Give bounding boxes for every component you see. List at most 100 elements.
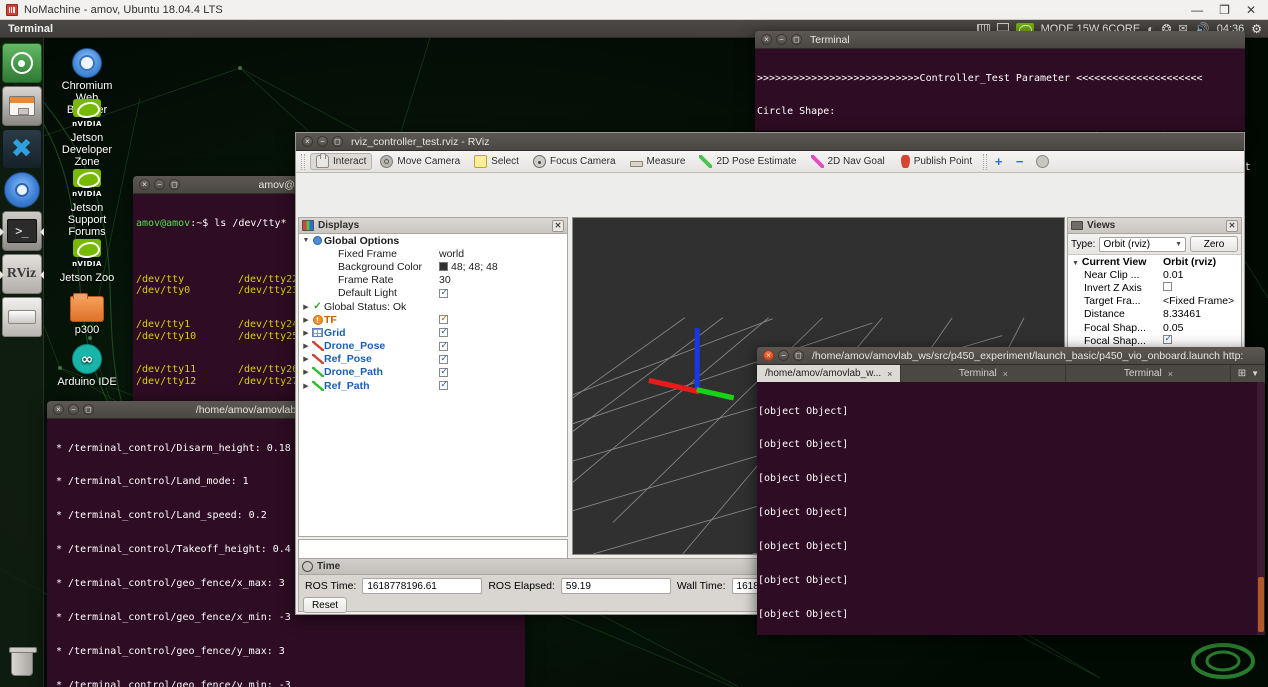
- terminal-window-controller-test[interactable]: × − ◻ Terminal >>>>>>>>>>>>>>>>>>>>>>>>>…: [755, 31, 1245, 131]
- tool-interact[interactable]: Interact: [310, 153, 373, 170]
- ros-elapsed-input[interactable]: 59.19: [560, 578, 671, 594]
- expander-icon[interactable]: ▶: [301, 355, 311, 363]
- display-row-fixed-frame[interactable]: Fixed Frame world: [299, 247, 567, 260]
- launcher-item-files[interactable]: [1, 86, 42, 126]
- launcher-item-ubuntu-dash[interactable]: [1, 43, 42, 83]
- expander-icon[interactable]: ▶: [301, 382, 311, 390]
- view-row-focal-shape-size[interactable]: Focal Shap... 0.05: [1068, 321, 1241, 334]
- reset-button[interactable]: Reset: [303, 597, 347, 613]
- maximize-icon[interactable]: ◻: [83, 404, 94, 415]
- tool-properties-icon[interactable]: [1036, 155, 1050, 168]
- titlebar[interactable]: × − ◻ /home/amov/amovlab_ws/src/p450_exp…: [757, 347, 1265, 365]
- minimize-icon[interactable]: −: [154, 179, 165, 190]
- close-icon[interactable]: ×: [302, 136, 313, 147]
- desktop-icon-jetson-support-forums[interactable]: nVIDIA Jetson Support Forums: [39, 166, 135, 238]
- remove-tool-icon[interactable]: −: [1013, 155, 1026, 168]
- display-row-grid[interactable]: ▶ Grid: [299, 326, 567, 339]
- launcher-item-terminal[interactable]: >_: [0, 211, 44, 251]
- minimize-icon[interactable]: −: [778, 350, 789, 361]
- minimize-icon[interactable]: −: [317, 136, 328, 147]
- expander-icon[interactable]: ▶: [301, 303, 311, 311]
- row-value[interactable]: world: [439, 248, 567, 260]
- terminal-scrollbar[interactable]: [1257, 382, 1265, 635]
- desktop-icon-p300-folder[interactable]: p300: [39, 288, 135, 336]
- expander-icon[interactable]: ▼: [1072, 260, 1079, 267]
- view-row-target-frame[interactable]: Target Fra... <Fixed Frame>: [1068, 295, 1241, 308]
- maximize-button[interactable]: ❐: [1219, 4, 1230, 16]
- view-type-select[interactable]: Orbit (rviz) ▼: [1099, 236, 1186, 252]
- checkbox[interactable]: [439, 354, 448, 364]
- row-value[interactable]: <Fixed Frame>: [1163, 295, 1241, 307]
- display-row-ref-path[interactable]: ▶ Ref_Path: [299, 379, 567, 392]
- power-icon[interactable]: ⚙: [1251, 22, 1262, 36]
- expander-icon[interactable]: ▶: [301, 342, 311, 350]
- expander-icon[interactable]: ▶: [301, 368, 311, 376]
- close-icon[interactable]: ×: [139, 179, 150, 190]
- expander-icon[interactable]: ▼: [301, 237, 311, 244]
- checkbox[interactable]: [439, 288, 448, 298]
- view-row-current-view[interactable]: ▼ Current View Orbit (rviz): [1068, 255, 1241, 268]
- desktop-icon-jetson-developer-zone[interactable]: nVIDIA Jetson Developer Zone: [39, 96, 135, 168]
- close-icon[interactable]: ×: [53, 404, 64, 415]
- checkbox[interactable]: [439, 328, 448, 338]
- terminal-window-vio-launch[interactable]: × − ◻ /home/amov/amovlab_ws/src/p450_exp…: [757, 347, 1265, 635]
- view-row-invert-z-axis[interactable]: Invert Z Axis: [1068, 281, 1241, 294]
- desktop-icon-arduino-ide[interactable]: ∞ Arduino IDE: [39, 340, 135, 388]
- launcher-item-disk[interactable]: [1, 297, 42, 337]
- close-icon[interactable]: ×: [887, 369, 892, 379]
- color-swatch[interactable]: [439, 262, 448, 272]
- checkbox[interactable]: [439, 341, 448, 351]
- tool-2d-nav-goal[interactable]: 2D Nav Goal: [805, 153, 891, 170]
- tab-terminal-1[interactable]: Terminal ×: [901, 365, 1067, 382]
- close-button[interactable]: ✕: [1246, 4, 1256, 16]
- minimize-button[interactable]: —: [1191, 4, 1203, 16]
- close-icon[interactable]: ×: [761, 34, 772, 45]
- tool-publish-point[interactable]: Publish Point: [893, 153, 978, 170]
- close-icon[interactable]: ✕: [552, 219, 564, 232]
- display-row-drone-pose[interactable]: ▶ Drone_Pose: [299, 340, 567, 353]
- row-value[interactable]: 0.01: [1163, 269, 1241, 281]
- expander-icon[interactable]: ▶: [301, 316, 311, 324]
- app-menu-title[interactable]: Terminal: [0, 23, 53, 35]
- ros-time-input[interactable]: 1618778196.61: [362, 578, 483, 594]
- display-row-drone-path[interactable]: ▶ Drone_Path: [299, 366, 567, 379]
- tool-move-camera[interactable]: Move Camera: [374, 153, 466, 170]
- checkbox[interactable]: [1163, 334, 1172, 344]
- expander-icon[interactable]: ▶: [301, 329, 311, 337]
- minimize-icon[interactable]: −: [776, 34, 787, 45]
- view-row-distance[interactable]: Distance 8.33461: [1068, 308, 1241, 321]
- add-tool-icon[interactable]: +: [992, 155, 1005, 168]
- row-value[interactable]: 0.05: [1163, 322, 1241, 334]
- tool-select[interactable]: Select: [468, 153, 525, 170]
- maximize-icon[interactable]: ◻: [793, 350, 804, 361]
- row-value[interactable]: 8.33461: [1163, 308, 1241, 320]
- launcher-item-rviz[interactable]: RViz: [0, 254, 44, 294]
- tab-launch[interactable]: /home/amov/amovlab_w... ×: [757, 365, 902, 382]
- titlebar[interactable]: × − ◻ rviz_controller_test.rviz - RViz: [296, 133, 1244, 151]
- display-row-frame-rate[interactable]: Frame Rate 30: [299, 274, 567, 287]
- launcher-item-vscode[interactable]: ✖: [1, 129, 42, 169]
- tool-focus-camera[interactable]: Focus Camera: [527, 153, 622, 170]
- titlebar[interactable]: × − ◻ Terminal: [755, 31, 1245, 49]
- view-row-near-clip[interactable]: Near Clip ... 0.01: [1068, 268, 1241, 281]
- close-icon[interactable]: ×: [763, 350, 774, 361]
- terminal-output[interactable]: [object Object] [object Object] [object …: [757, 382, 1265, 635]
- view-row-focal-shape-fixed[interactable]: Focal Shap...: [1068, 334, 1241, 347]
- row-value[interactable]: 30: [439, 274, 567, 286]
- displays-tree[interactable]: ▼ Global Options Fixed Frame world Backg…: [299, 234, 567, 392]
- display-row-tf[interactable]: ▶ ! TF: [299, 313, 567, 326]
- tool-measure[interactable]: Measure: [624, 154, 692, 169]
- displays-panel[interactable]: Displays ✕ ▼ Global Options Fixed Frame …: [298, 217, 568, 537]
- row-value[interactable]: 48; 48; 48: [451, 261, 498, 273]
- minimize-icon[interactable]: −: [68, 404, 79, 415]
- display-row-global-options[interactable]: ▼ Global Options: [299, 234, 567, 247]
- zero-button[interactable]: Zero: [1190, 236, 1238, 252]
- close-icon[interactable]: ×: [1168, 369, 1173, 379]
- tab-terminal-2[interactable]: Terminal ×: [1066, 365, 1232, 382]
- close-icon[interactable]: ×: [1003, 369, 1008, 379]
- launcher-item-trash[interactable]: [2, 643, 42, 683]
- desktop-icon-jetson-zoo[interactable]: nVIDIA Jetson Zoo: [39, 236, 135, 284]
- tool-2d-pose-estimate[interactable]: 2D Pose Estimate: [693, 153, 802, 170]
- display-row-default-light[interactable]: Default Light: [299, 287, 567, 300]
- display-row-global-status[interactable]: ▶ ✓ Global Status: Ok: [299, 300, 567, 313]
